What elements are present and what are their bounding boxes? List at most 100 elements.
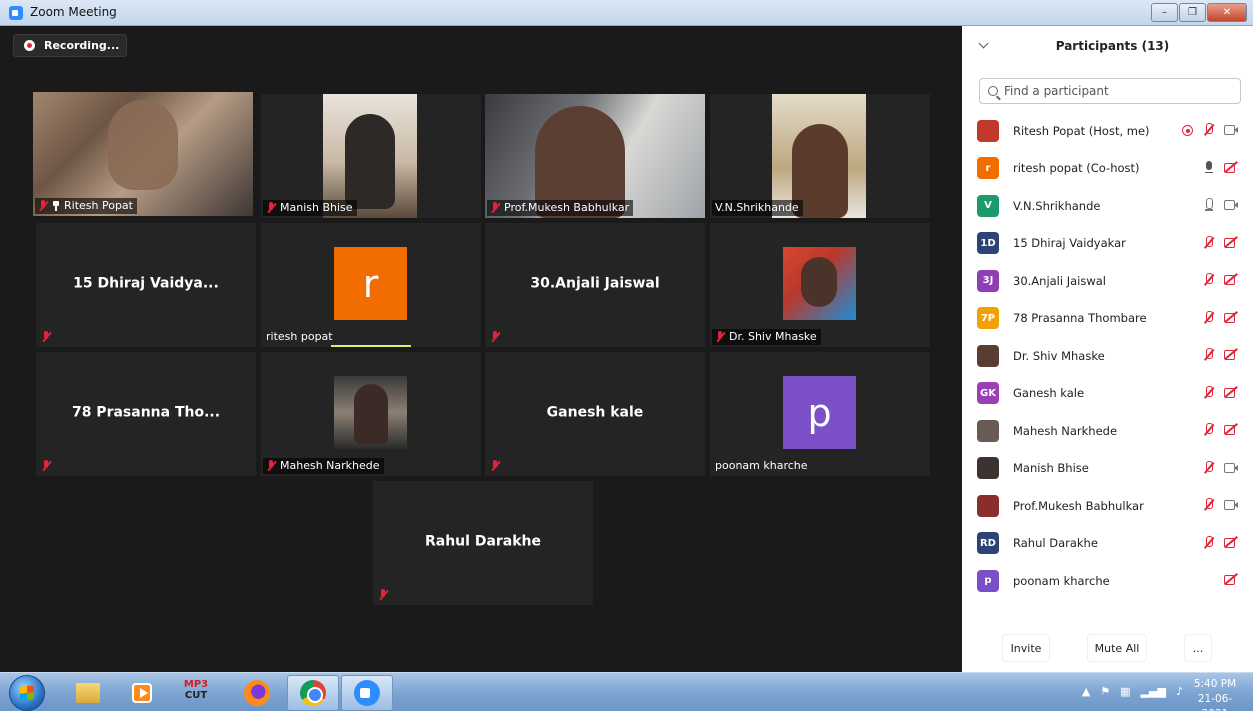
restore-button[interactable]: ❐: [1179, 3, 1206, 22]
tile-center-name: 30.Anjali Jaiswal: [530, 275, 660, 292]
tile-name-label: Mahesh Narkhede: [263, 458, 384, 474]
mic-muted-icon[interactable]: [1201, 498, 1217, 512]
panel-title: Participants (13): [1055, 39, 1170, 53]
participant-row[interactable]: Mahesh Narkhede: [962, 412, 1253, 450]
mic-muted-icon[interactable]: [1201, 423, 1217, 437]
recording-indicator[interactable]: Recording...: [13, 34, 127, 57]
camera-icon[interactable]: [1223, 123, 1239, 137]
participant-row[interactable]: 3J 30.Anjali Jaiswal: [962, 262, 1253, 300]
camera-icon[interactable]: [1223, 498, 1239, 512]
mic-muted-icon[interactable]: [1201, 460, 1217, 475]
network-icon[interactable]: ▦: [1120, 685, 1130, 698]
video-tile[interactable]: Prof.Mukesh Babhulkar: [485, 94, 705, 218]
tile-name-label: poonam kharche: [715, 459, 808, 472]
participant-row[interactable]: p poonam kharche: [962, 562, 1253, 600]
volume-icon[interactable]: ♪: [1176, 685, 1183, 698]
mic-muted-icon[interactable]: [1201, 535, 1217, 550]
participant-row[interactable]: Dr. Shiv Mhaske: [962, 337, 1253, 375]
camera-off-icon[interactable]: [1223, 536, 1239, 550]
tile-name-label: ritesh popat: [266, 330, 333, 343]
camera-icon[interactable]: [1223, 461, 1239, 475]
video-tile[interactable]: Manish Bhise: [261, 94, 481, 218]
camera-off-icon[interactable]: [1223, 386, 1239, 400]
close-button[interactable]: ✕: [1207, 3, 1247, 22]
mic-muted-icon[interactable]: [1201, 348, 1217, 362]
taskbar-mp3-cutter[interactable]: MP3 CUT: [170, 675, 222, 711]
participant-row[interactable]: Ritesh Popat (Host, me): [962, 112, 1253, 150]
participant-row[interactable]: r ritesh popat (Co-host): [962, 150, 1253, 188]
mic-muted-icon[interactable]: [1201, 273, 1217, 287]
camera-off-icon[interactable]: [1223, 423, 1239, 437]
camera-off-icon[interactable]: [1223, 348, 1239, 362]
mic-muted-icon[interactable]: [1201, 310, 1217, 325]
clock-time: 5:40 PM: [1193, 678, 1237, 690]
camera-off-icon[interactable]: [1223, 311, 1239, 325]
flag-icon[interactable]: ⚑: [1100, 685, 1110, 698]
panel-footer: Invite Mute All ...: [962, 634, 1253, 670]
participant-avatar: 7P: [977, 307, 999, 330]
profile-photo: [783, 247, 856, 320]
taskbar-media-player[interactable]: [116, 675, 168, 711]
participant-row[interactable]: 1D 15 Dhiraj Vaidyakar: [962, 225, 1253, 263]
camera-off-icon[interactable]: [1223, 161, 1239, 175]
taskbar-chrome[interactable]: [287, 675, 339, 711]
window-controls: – ❐ ✕: [1150, 3, 1247, 22]
video-tile[interactable]: V.N.Shrikhande: [710, 94, 930, 218]
mic-icon[interactable]: [1201, 160, 1217, 175]
participant-avatar: r: [977, 157, 999, 180]
participant-search-input[interactable]: Find a participant: [979, 78, 1241, 104]
video-tile[interactable]: Rahul Darakhe: [373, 481, 593, 605]
title-bar: Zoom Meeting – ❐ ✕: [0, 0, 1253, 26]
video-tile[interactable]: Mahesh Narkhede: [261, 352, 481, 476]
camera-off-icon[interactable]: [1223, 273, 1239, 287]
start-button[interactable]: [9, 675, 45, 711]
participant-avatar: [977, 494, 999, 517]
more-options-button[interactable]: ...: [1184, 634, 1212, 662]
tile-center-name: 15 Dhiraj Vaidya...: [73, 275, 219, 292]
participant-row[interactable]: Prof.Mukesh Babhulkar: [962, 487, 1253, 525]
mic-muted-icon[interactable]: [1201, 123, 1217, 137]
participant-row[interactable]: RD Rahul Darakhe: [962, 525, 1253, 563]
mute-all-button[interactable]: Mute All: [1087, 634, 1147, 662]
video-tile[interactable]: Ritesh Popat: [33, 92, 253, 216]
camera-icon[interactable]: [1223, 198, 1239, 212]
meeting-gallery: Recording... Ritesh Popat Manish Bhise P…: [0, 26, 962, 672]
taskbar-clock[interactable]: 5:40 PM 21-06-2021: [1185, 677, 1245, 711]
participant-row[interactable]: V V.N.Shrikhande: [962, 187, 1253, 225]
participant-avatar: V: [977, 194, 999, 217]
tile-name-label: [487, 330, 508, 345]
mic-muted-icon: [266, 201, 276, 214]
video-tile[interactable]: p poonam kharche: [710, 352, 930, 476]
recording-icon: [1179, 123, 1195, 137]
tile-name-label: [487, 459, 508, 474]
participant-list: Ritesh Popat (Host, me) r ritesh popat (…: [962, 112, 1253, 600]
taskbar-file-explorer[interactable]: [62, 675, 114, 711]
video-tile[interactable]: 30.Anjali Jaiswal: [485, 223, 705, 347]
taskbar-zoom[interactable]: [341, 675, 393, 711]
mic-icon[interactable]: [1201, 198, 1217, 212]
signal-icon[interactable]: ▂▄▆: [1141, 685, 1166, 698]
zoom-app-icon: [9, 6, 23, 20]
video-tile[interactable]: r ritesh popat: [261, 223, 481, 347]
video-tile[interactable]: 15 Dhiraj Vaidya...: [36, 223, 256, 347]
participant-row[interactable]: GK Ganesh kale: [962, 375, 1253, 413]
video-tile[interactable]: Dr. Shiv Mhaske: [710, 223, 930, 347]
mic-muted-icon[interactable]: [1201, 385, 1217, 400]
tile-name-label: Manish Bhise: [263, 200, 357, 216]
participant-row[interactable]: Manish Bhise: [962, 450, 1253, 488]
taskbar-firefox[interactable]: [231, 675, 283, 711]
mic-muted-icon: [41, 460, 51, 472]
participant-avatar: RD: [977, 532, 999, 555]
participant-row[interactable]: 7P 78 Prasanna Thombare: [962, 300, 1253, 338]
video-tile[interactable]: Ganesh kale: [485, 352, 705, 476]
minimize-button[interactable]: –: [1151, 3, 1178, 22]
profile-photo: [334, 376, 407, 449]
tray-expand-icon[interactable]: ▲: [1082, 685, 1090, 698]
camera-off-icon[interactable]: [1223, 573, 1239, 587]
mic-muted-icon[interactable]: [1201, 235, 1217, 250]
camera-off-icon[interactable]: [1223, 236, 1239, 250]
invite-button[interactable]: Invite: [1002, 634, 1050, 662]
mic-muted-icon: [490, 460, 500, 472]
mic-muted-icon: [266, 459, 276, 472]
video-tile[interactable]: 78 Prasanna Tho...: [36, 352, 256, 476]
